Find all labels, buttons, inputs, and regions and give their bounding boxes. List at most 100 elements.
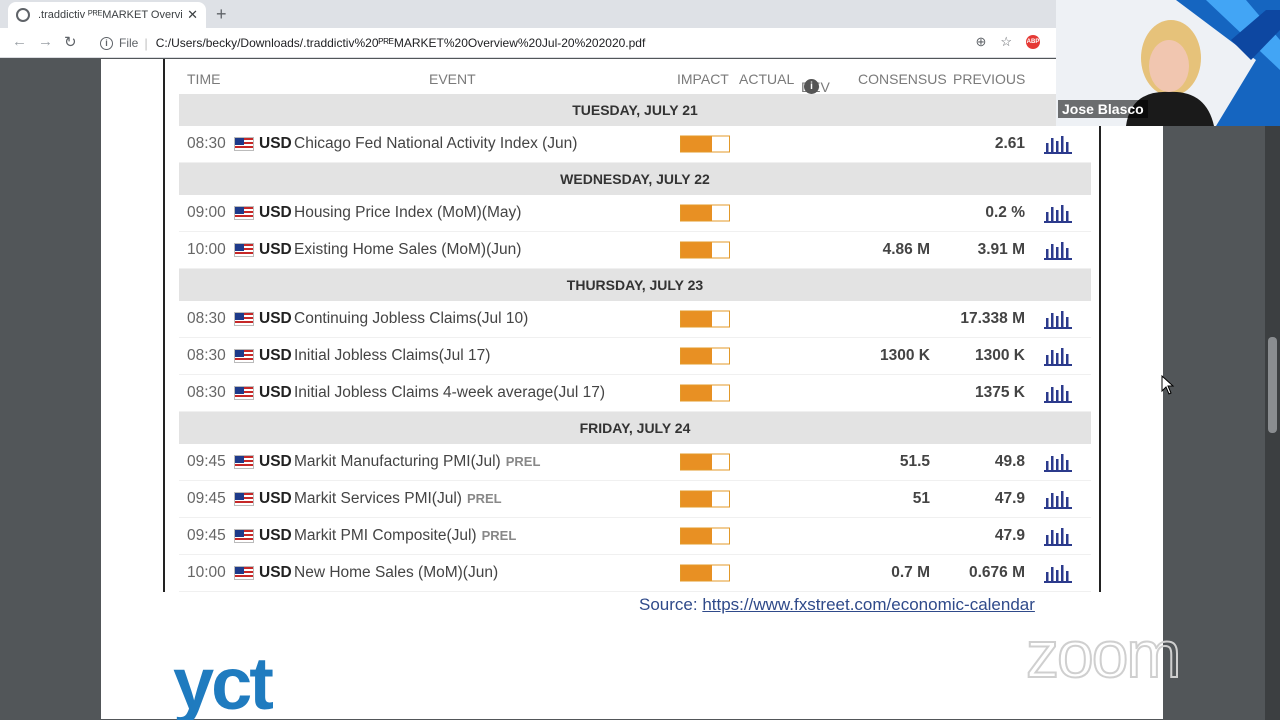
scrollbar-thumb[interactable] [1268, 337, 1277, 433]
omnibox-actions: ⊕ ☆ ABP [975, 34, 1040, 50]
event-name-cell: Initial Jobless Claims(Jul 17) [294, 347, 490, 365]
bar-chart-icon[interactable] [1043, 525, 1073, 547]
bar-chart-icon[interactable] [1043, 345, 1073, 367]
impact-meter [680, 135, 730, 153]
event-currency: USD [259, 384, 292, 401]
event-previous: 49.8 [994, 453, 1025, 470]
event-row[interactable]: 09:45 USD Markit Services PMI(Jul) PREL 51 47… [179, 481, 1091, 518]
event-name-cell: Chicago Fed National Activity Index (Jun… [294, 135, 577, 153]
event-currency: USD [259, 564, 292, 581]
event-name: Housing Price Index (MoM)(May) [294, 204, 522, 221]
us-flag-icon [234, 243, 254, 257]
bar-chart-icon[interactable] [1043, 562, 1073, 584]
bar-chart-icon[interactable] [1043, 239, 1073, 261]
event-time: 10:00 [187, 564, 226, 581]
header-previous: PREVIOUS [953, 71, 1026, 87]
calendar-body: TUESDAY, JULY 21 08:30 USD Chicago Fed Nati… [179, 94, 1091, 592]
tab-strip: .traddictiv ᴾᴿᴱMARKET Overview ✕ + [0, 0, 1056, 28]
event-consensus: 51.5 [899, 453, 930, 470]
event-currency: USD [259, 241, 292, 258]
impact-meter [680, 241, 730, 259]
event-previous: 17.338 M [960, 310, 1025, 327]
new-tab-button[interactable]: + [216, 3, 227, 25]
info-icon[interactable]: i [804, 79, 819, 94]
event-time: 08:30 [187, 384, 226, 401]
browser-tab[interactable]: .traddictiv ᴾᴿᴱMARKET Overview ✕ [8, 2, 206, 28]
event-row[interactable]: 08:30 USD Initial Jobless Claims(Jul 17) 13… [179, 338, 1091, 375]
impact-meter [680, 310, 730, 328]
event-row[interactable]: 09:45 USD Markit PMI Composite(Jul) PREL 47.… [179, 518, 1091, 555]
event-tag: PREL [466, 491, 502, 506]
url-scheme: File [119, 36, 139, 50]
source-line: Source: https://www.fxstreet.com/economi… [639, 595, 1035, 615]
event-name: Existing Home Sales (MoM)(Jun) [294, 241, 522, 258]
bar-chart-icon[interactable] [1043, 133, 1073, 155]
event-currency: USD [259, 527, 292, 544]
us-flag-icon [234, 349, 254, 363]
event-time: 09:45 [187, 490, 226, 507]
frame-border-left [163, 59, 165, 592]
info-icon[interactable]: i [100, 36, 113, 50]
source-link[interactable]: https://www.fxstreet.com/economic-calend… [702, 595, 1035, 614]
bar-chart-icon[interactable] [1043, 382, 1073, 404]
event-name: Chicago Fed National Activity Index (Jun… [294, 135, 578, 152]
header-time: TIME [187, 71, 221, 87]
us-flag-icon [234, 206, 254, 220]
yct-logo: yct [173, 642, 274, 720]
zoom-magnifier-icon[interactable]: ⊕ [975, 34, 986, 50]
event-row[interactable]: 08:30 USD Initial Jobless Claims 4-week av… [179, 375, 1091, 412]
event-currency: USD [259, 135, 292, 152]
event-time: 08:30 [187, 135, 226, 152]
impact-meter [680, 527, 730, 545]
bar-chart-icon[interactable] [1043, 202, 1073, 224]
event-row[interactable]: 09:45 USD Markit Manufacturing PMI(Jul) PRE… [179, 444, 1091, 481]
bar-chart-icon[interactable] [1043, 451, 1073, 473]
event-currency: USD [259, 453, 292, 470]
vertical-scrollbar[interactable] [1265, 59, 1280, 720]
event-time: 10:00 [187, 241, 226, 258]
url-text[interactable]: C:/Users/becky/Downloads/.traddictiv%20ᴾ… [156, 36, 646, 50]
reload-icon[interactable]: ↻ [64, 33, 77, 51]
day-header: FRIDAY, JULY 24 [179, 412, 1091, 444]
event-name-cell: New Home Sales (MoM)(Jun) [294, 564, 498, 582]
adblock-icon[interactable]: ABP [1026, 35, 1040, 49]
event-name: Initial Jobless Claims(Jul 17) [294, 347, 491, 364]
event-time: 08:30 [187, 310, 226, 327]
back-arrow-icon[interactable]: ← [12, 33, 27, 50]
url-separator: | [144, 35, 148, 51]
address-bar[interactable]: i File | C:/Users/becky/Downloads/.tradd… [90, 31, 1040, 55]
event-time: 09:45 [187, 527, 226, 544]
event-row[interactable]: 08:30 USD Chicago Fed National Activity In… [179, 126, 1091, 163]
impact-meter [680, 490, 730, 508]
globe-icon [16, 8, 30, 22]
us-flag-icon [234, 455, 254, 469]
us-flag-icon [234, 529, 254, 543]
event-time: 09:00 [187, 204, 226, 221]
participant-video: Jose Blasco [1056, 0, 1280, 126]
event-name-cell: Initial Jobless Claims 4-week average(Ju… [294, 384, 605, 402]
bar-chart-icon[interactable] [1043, 488, 1073, 510]
event-currency: USD [259, 310, 292, 327]
event-previous: 2.61 [994, 135, 1025, 152]
zoom-watermark: zoom [1025, 616, 1182, 692]
event-name-cell: Markit Services PMI(Jul) PREL [294, 490, 502, 508]
event-row[interactable]: 08:30 USD Continuing Jobless Claims(Jul 10… [179, 301, 1091, 338]
event-row[interactable]: 09:00 USD Housing Price Index (MoM)(May) 0.… [179, 195, 1091, 232]
event-previous: 0.2 % [985, 204, 1025, 221]
forward-arrow-icon[interactable]: → [38, 33, 53, 50]
event-currency: USD [259, 490, 292, 507]
tab-title: .traddictiv ᴾᴿᴱMARKET Overview [38, 9, 184, 21]
event-currency: USD [259, 347, 292, 364]
event-row[interactable]: 10:00 USD Existing Home Sales (MoM)(Jun) 4.… [179, 232, 1091, 269]
impact-meter [680, 347, 730, 365]
event-row[interactable]: 10:00 USD New Home Sales (MoM)(Jun) 0.7 M 0.… [179, 555, 1091, 592]
bookmark-star-icon[interactable]: ☆ [1000, 34, 1012, 50]
event-consensus: 4.86 M [882, 241, 930, 258]
event-tag: PREL [505, 454, 541, 469]
us-flag-icon [234, 566, 254, 580]
bar-chart-icon[interactable] [1043, 308, 1073, 330]
close-tab-icon[interactable]: ✕ [187, 7, 198, 23]
event-name-cell: Housing Price Index (MoM)(May) [294, 204, 521, 222]
header-impact: IMPACT [677, 71, 729, 87]
us-flag-icon [234, 386, 254, 400]
